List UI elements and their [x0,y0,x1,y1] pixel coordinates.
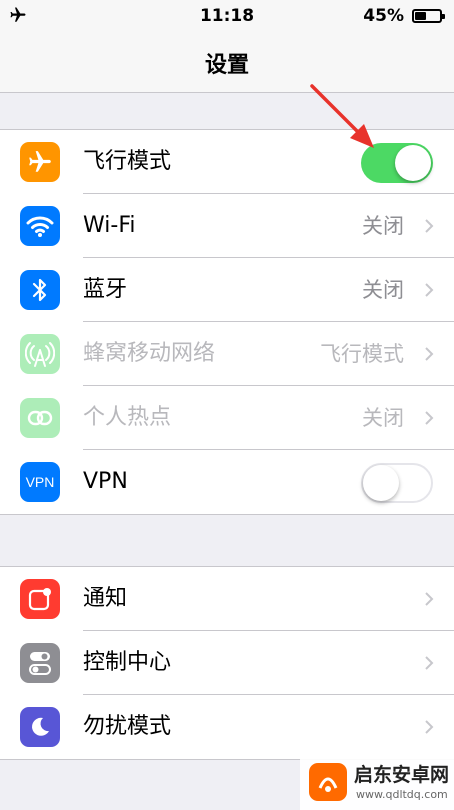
network-settings-group: 飞行模式 Wi-Fi 关闭 蓝牙 关闭 蜂窝移动网络 飞行模式 个人热点 关闭 … [0,129,454,515]
moon-icon [20,707,60,747]
chevron-right-icon [425,592,434,606]
settings-row-value: 关闭 [362,406,404,430]
settings-row-label: VPN [83,469,128,494]
chevron-right-icon [425,283,434,297]
toggle-knob [363,465,399,501]
notification-icon [20,579,60,619]
settings-row-label: 通知 [83,586,128,611]
chevron-right-icon [425,411,434,425]
toggle-knob [395,145,431,181]
settings-row-control-center[interactable]: 控制中心 [0,631,454,695]
battery-percent: 45% [363,6,404,26]
system-settings-group: 通知 控制中心 勿扰模式 [0,566,454,760]
chevron-right-icon [425,720,434,734]
settings-row-label: 勿扰模式 [83,714,172,739]
watermark: 启东安卓网 www.qdltdq.com [300,754,454,810]
chevron-right-icon [425,347,434,361]
airplane-icon [20,142,60,182]
settings-row-notifications[interactable]: 通知 [0,567,454,631]
settings-row-personal-hotspot[interactable]: 个人热点 关闭 [0,386,454,450]
settings-row-do-not-disturb[interactable]: 勿扰模式 [0,695,454,759]
page-title: 设置 [204,53,249,78]
settings-row-cellular[interactable]: 蜂窝移动网络 飞行模式 [0,322,454,386]
chevron-right-icon [425,656,434,670]
red-arrow-annotation [310,84,374,148]
wifi-icon [20,206,60,246]
status-bar: 11:18 45% [0,0,454,32]
watermark-logo-icon [309,763,347,801]
cellular-icon [20,334,60,374]
settings-row-label: 蜂窝移动网络 [83,341,216,366]
battery-level [415,12,426,20]
settings-row-label: 个人热点 [83,405,172,430]
settings-row-label: 飞行模式 [83,149,172,174]
control-center-icon [20,643,60,683]
vpn-icon-text: VPN [25,474,55,490]
settings-row-vpn: VPN VPN [0,450,454,514]
settings-row-wifi[interactable]: Wi-Fi 关闭 [0,194,454,258]
top-bar: 11:18 45% 设置 [0,0,454,93]
vpn-toggle[interactable] [361,463,433,503]
settings-row-airplane-mode: 飞行模式 [0,130,454,194]
settings-row-value: 飞行模式 [320,342,404,366]
settings-row-bluetooth[interactable]: 蓝牙 关闭 [0,258,454,322]
watermark-title: 启东安卓网 [354,764,450,786]
settings-row-label: 控制中心 [83,650,172,675]
vpn-icon: VPN [20,462,60,502]
watermark-url: www.qdltdq.com [356,788,448,801]
settings-row-value: 关闭 [362,214,404,238]
hotspot-icon [20,398,60,438]
settings-row-value: 关闭 [362,278,404,302]
settings-row-label: 蓝牙 [83,277,128,302]
chevron-right-icon [425,219,434,233]
bluetooth-icon [20,270,60,310]
battery-icon [412,9,445,23]
settings-row-label: Wi-Fi [83,213,136,238]
